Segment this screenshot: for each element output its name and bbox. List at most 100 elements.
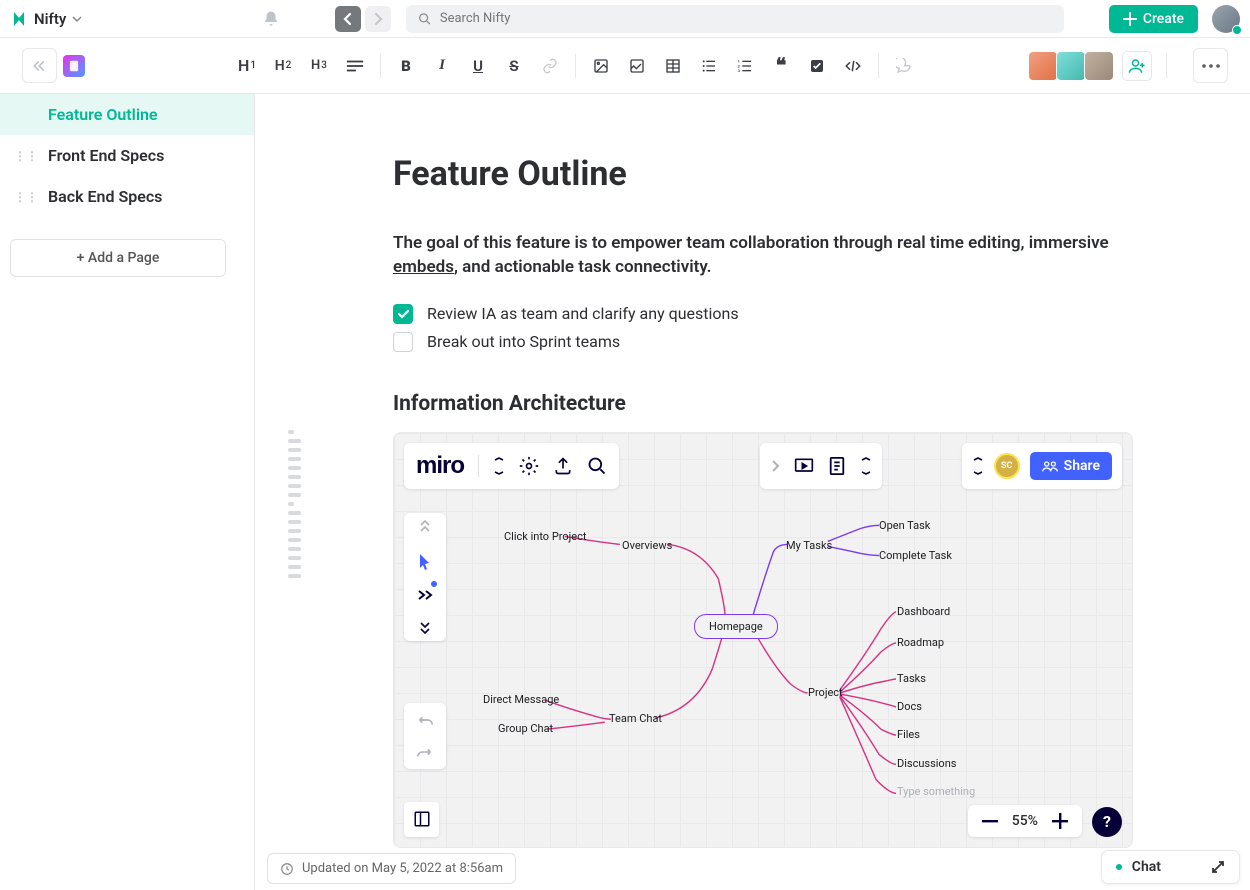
checkbox[interactable] — [393, 304, 413, 324]
code-button[interactable] — [836, 49, 870, 83]
undo-icon[interactable] — [416, 713, 434, 727]
bullet-list-button[interactable] — [692, 49, 726, 83]
nav-back-button[interactable] — [335, 6, 361, 32]
link-button[interactable] — [533, 49, 567, 83]
miro-embed[interactable]: miro SC — [393, 432, 1133, 848]
notifications-icon[interactable] — [262, 10, 280, 28]
collapse-sidebar-button[interactable] — [22, 48, 57, 83]
zoom-in-button[interactable] — [1052, 813, 1068, 829]
mindmap-node[interactable]: Group Chat — [498, 722, 553, 735]
document-type-icon — [63, 55, 85, 77]
checkbox-button[interactable] — [800, 49, 834, 83]
cursor-tool-icon[interactable] — [418, 553, 432, 571]
mindmap-node[interactable]: Direct Message — [483, 693, 559, 706]
heading2-button[interactable]: H2 — [266, 49, 300, 83]
plus-icon — [1123, 12, 1137, 26]
more-options-button[interactable] — [1193, 48, 1228, 83]
mindmap-node[interactable]: My Tasks — [786, 539, 832, 552]
heading3-button[interactable]: H3 — [302, 49, 336, 83]
app-name: Nifty — [34, 10, 66, 28]
notes-icon[interactable] — [828, 456, 846, 476]
mindmap-node[interactable]: Team Chat — [609, 712, 662, 725]
numbered-list-button[interactable]: 123 — [728, 49, 762, 83]
sidebar-item-label: Back End Specs — [48, 187, 162, 206]
drag-handle-icon: ⋮⋮ — [14, 149, 38, 163]
chat-button[interactable]: Chat — [1101, 850, 1240, 884]
collaborator-avatars[interactable] — [1030, 51, 1114, 81]
export-icon[interactable] — [553, 456, 573, 476]
quote-button[interactable]: ❝ — [764, 49, 798, 83]
mindmap-node[interactable]: Complete Task — [879, 549, 952, 562]
mindmap-node[interactable]: Overviews — [622, 539, 672, 552]
user-avatar[interactable] — [1212, 5, 1240, 33]
italic-button[interactable]: I — [425, 49, 459, 83]
comment-button[interactable] — [887, 49, 921, 83]
bold-button[interactable]: B — [389, 49, 423, 83]
search-input[interactable] — [440, 11, 1052, 26]
gear-icon[interactable] — [519, 456, 539, 476]
strikethrough-button[interactable]: S — [497, 49, 531, 83]
mindmap-node-placeholder[interactable]: Type something — [897, 785, 975, 798]
embed-image-button[interactable] — [620, 49, 654, 83]
miro-logo[interactable]: miro — [416, 452, 464, 480]
document-status: Updated on May 5, 2022 at 8:56am — [267, 853, 516, 884]
sidebar-item-label: Feature Outline — [48, 105, 158, 124]
chevron-down-icon[interactable] — [860, 457, 872, 475]
miro-toolbar-top-right: SC Share — [962, 443, 1122, 489]
miro-help-button[interactable]: ? — [1092, 807, 1122, 837]
search-bar[interactable] — [406, 5, 1063, 33]
chevron-right-icon[interactable] — [770, 458, 780, 474]
document-minimap[interactable] — [288, 430, 302, 578]
nifty-logo-icon — [10, 10, 28, 28]
sidebar-item-back-end-specs[interactable]: ⋮⋮ Back End Specs — [0, 176, 254, 217]
checklist-item[interactable]: Break out into Sprint teams — [393, 328, 1133, 356]
mindmap-node[interactable]: Tasks — [897, 672, 926, 685]
sidebar-item-front-end-specs[interactable]: ⋮⋮ Front End Specs — [0, 135, 254, 176]
mindmap-node[interactable]: Discussions — [897, 757, 956, 770]
search-icon[interactable] — [587, 456, 607, 476]
miro-user-avatar[interactable]: SC — [994, 453, 1020, 479]
heading1-button[interactable]: H1 — [230, 49, 264, 83]
nav-forward-button[interactable] — [365, 6, 391, 32]
mindmap-node-root[interactable]: Homepage — [694, 614, 778, 639]
redo-icon[interactable] — [416, 745, 434, 759]
miro-toolbar-top-center — [760, 443, 882, 489]
embeds-link[interactable]: embeds — [393, 257, 454, 277]
add-page-button[interactable]: + Add a Page — [10, 239, 226, 277]
underline-button[interactable]: U — [461, 49, 495, 83]
paragraph-button[interactable] — [338, 49, 372, 83]
mindmap-node[interactable]: Dashboard — [897, 605, 950, 618]
expand-tool-icon[interactable] — [417, 589, 433, 601]
mindmap-node[interactable]: Open Task — [879, 519, 930, 532]
sidebar-item-feature-outline[interactable]: ⋮⋮ Feature Outline — [0, 94, 254, 135]
chevron-down-icon[interactable] — [493, 457, 505, 475]
zoom-out-button[interactable] — [982, 819, 998, 823]
svg-text:3: 3 — [738, 68, 741, 73]
mindmap-node[interactable]: Roadmap — [897, 636, 944, 649]
table-button[interactable] — [656, 49, 690, 83]
miro-canvas[interactable] — [394, 433, 1132, 848]
presentation-icon[interactable] — [794, 457, 814, 475]
mindmap-node[interactable]: Click into Project — [504, 530, 586, 543]
chat-label: Chat — [1132, 859, 1161, 875]
document-intro[interactable]: The goal of this feature is to empower t… — [393, 232, 1133, 280]
mindmap-node[interactable]: Project — [808, 686, 843, 699]
miro-share-button[interactable]: Share — [1030, 452, 1112, 480]
sidebar-item-label: Front End Specs — [48, 146, 164, 165]
updated-timestamp: Updated on May 5, 2022 at 8:56am — [302, 861, 503, 876]
add-collaborator-button[interactable] — [1122, 51, 1152, 81]
app-logo[interactable]: Nifty — [10, 10, 82, 28]
checkbox[interactable] — [393, 332, 413, 352]
miro-sidebar-toggle[interactable] — [404, 802, 439, 837]
expand-up-icon[interactable] — [418, 519, 432, 535]
chevron-down-icon[interactable] — [972, 457, 984, 475]
mindmap-node[interactable]: Files — [897, 728, 920, 741]
document-title[interactable]: Feature Outline — [393, 154, 1133, 194]
image-button[interactable] — [584, 49, 618, 83]
mindmap-node[interactable]: Docs — [897, 700, 922, 713]
checklist-item[interactable]: Review IA as team and clarify any questi… — [393, 300, 1133, 328]
section-heading[interactable]: Information Architecture — [393, 392, 1133, 416]
collaborator-avatar — [1056, 51, 1086, 81]
create-button[interactable]: Create — [1109, 5, 1198, 33]
expand-down-icon[interactable] — [418, 619, 432, 635]
